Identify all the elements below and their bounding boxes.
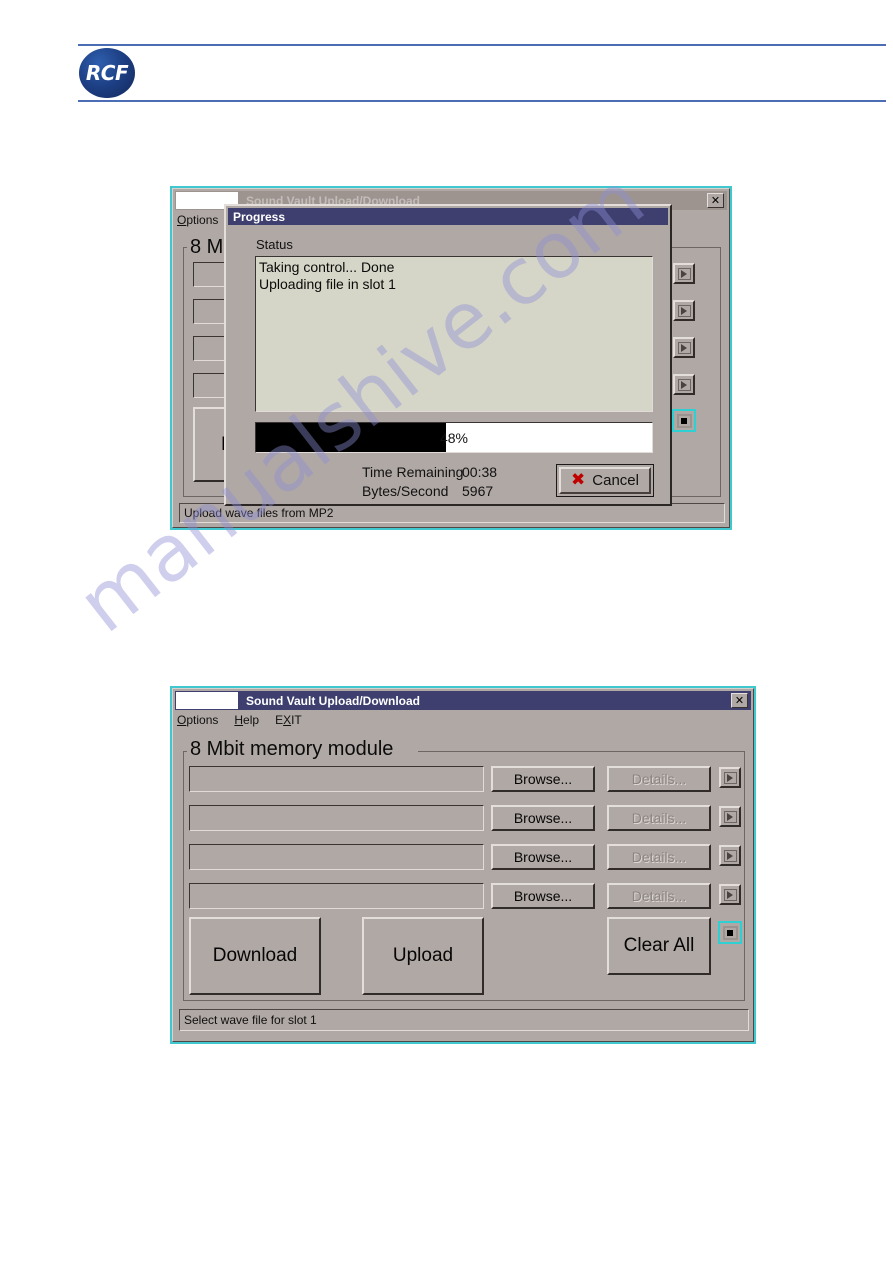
play-icon xyxy=(727,851,733,860)
clear-all-button[interactable]: Clear All xyxy=(607,917,711,975)
rcf-logo-text: RCF xyxy=(85,61,129,85)
play-icon xyxy=(681,380,687,389)
stop-button-background[interactable] xyxy=(672,409,696,432)
details-button-slot-3: Details... xyxy=(607,844,711,870)
progress-dialog-title: Progress xyxy=(233,209,286,224)
cancel-button-label: Cancel xyxy=(592,472,639,489)
stop-icon xyxy=(722,925,738,940)
red-x-icon: ✖ xyxy=(571,470,586,490)
header-rule-top xyxy=(78,44,886,46)
groupbox-topline-right xyxy=(418,751,745,752)
time-remaining-value: 00:38 xyxy=(462,464,498,480)
close-icon[interactable]: ✕ xyxy=(707,193,724,208)
cancel-button[interactable]: ✖ Cancel xyxy=(556,464,654,497)
header-rule-bottom xyxy=(78,100,886,102)
slot-field-4[interactable] xyxy=(189,883,484,909)
play-icon xyxy=(727,773,733,782)
play-icon xyxy=(681,343,687,352)
details-button-slot-4: Details... xyxy=(607,883,711,909)
status-label: Status xyxy=(256,237,293,252)
menu-item-help[interactable]: Help xyxy=(234,713,259,727)
browse-button-slot-3[interactable]: Browse... xyxy=(491,844,595,870)
titlebar: Sound Vault Upload/Download ✕ xyxy=(175,691,751,710)
stop-icon xyxy=(676,413,692,428)
statusbar-background-window: Upload wave files from MP2 xyxy=(179,503,725,523)
status-log-line: Taking control... Done xyxy=(259,259,395,275)
progress-dialog-titlebar: Progress xyxy=(228,208,668,225)
upload-button[interactable]: Upload xyxy=(362,917,484,995)
window-title: Sound Vault Upload/Download xyxy=(246,693,420,708)
play-button-slot-2[interactable] xyxy=(673,300,695,321)
play-icon xyxy=(727,812,733,821)
progress-dialog: Progress Status Taking control... Done U… xyxy=(224,204,672,506)
window-icon-placeholder xyxy=(176,692,238,709)
stop-button[interactable] xyxy=(718,921,742,944)
menubar: Options Help EXIT xyxy=(177,711,318,729)
details-button-slot-2: Details... xyxy=(607,805,711,831)
play-icon xyxy=(681,306,687,315)
play-button-slot-1[interactable] xyxy=(673,263,695,284)
download-button[interactable]: Download xyxy=(189,917,321,995)
time-remaining-label: Time Remaining xyxy=(362,464,464,480)
status-log-box: Taking control... Done Uploading file in… xyxy=(255,256,653,412)
close-icon[interactable]: ✕ xyxy=(731,693,748,708)
play-icon xyxy=(681,269,687,278)
statusbar: Select wave file for slot 1 xyxy=(179,1009,749,1031)
play-button-slot-4[interactable] xyxy=(719,884,741,905)
play-button-slot-3[interactable] xyxy=(673,337,695,358)
menu-item-options[interactable]: Options xyxy=(177,713,218,727)
details-button-slot-1: Details... xyxy=(607,766,711,792)
status-log-line: Uploading file in slot 1 xyxy=(259,276,396,292)
bytes-per-second-label: Bytes/Second xyxy=(362,483,449,499)
play-button-slot-1[interactable] xyxy=(719,767,741,788)
play-button-slot-3[interactable] xyxy=(719,845,741,866)
groupbox-label: 8 Mbit memory module xyxy=(187,739,397,759)
rcf-logo: RCF xyxy=(79,48,135,98)
progress-bar: 48% xyxy=(255,422,653,453)
play-button-slot-4[interactable] xyxy=(673,374,695,395)
browse-button-slot-1[interactable]: Browse... xyxy=(491,766,595,792)
progress-bar-percent-label: 48% xyxy=(439,429,469,446)
sound-vault-window: Sound Vault Upload/Download ✕ Options He… xyxy=(170,686,756,1044)
browse-button-slot-4[interactable]: Browse... xyxy=(491,883,595,909)
play-icon xyxy=(727,890,733,899)
browse-button-slot-2[interactable]: Browse... xyxy=(491,805,595,831)
play-button-slot-2[interactable] xyxy=(719,806,741,827)
menu-item-exit[interactable]: EXIT xyxy=(275,713,302,727)
page-header: RCF xyxy=(78,44,886,104)
slot-field-2[interactable] xyxy=(189,805,484,831)
slot-field-1[interactable] xyxy=(189,766,484,792)
slot-field-3[interactable] xyxy=(189,844,484,870)
bytes-per-second-value: 5967 xyxy=(462,483,494,499)
menu-item-options[interactable]: Options xyxy=(177,213,218,227)
